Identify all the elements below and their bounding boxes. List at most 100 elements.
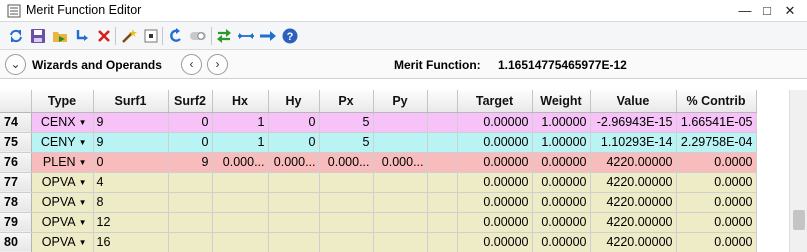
row-number[interactable]: 74 [0, 112, 32, 133]
py-cell[interactable]: 0.000... [373, 152, 428, 173]
blank-cell[interactable] [427, 132, 458, 153]
vertical-scrollbar[interactable] [789, 90, 807, 252]
blank-cell[interactable] [427, 192, 458, 213]
column-header-blank[interactable] [427, 90, 458, 113]
type-cell[interactable]: OPVA ▼ [31, 192, 94, 213]
table-row[interactable]: 77 OPVA ▼ 4 0.00000 0.00000 4220.00000 0.0000 [0, 172, 757, 193]
surf2-cell[interactable] [168, 192, 213, 213]
surf2-cell[interactable]: 0 [168, 112, 213, 133]
dropdown-arrow-icon[interactable]: ▼ [79, 138, 87, 147]
column-header-target[interactable]: Target [457, 90, 533, 113]
type-cell[interactable]: OPVA ▼ [31, 232, 94, 252]
type-cell[interactable]: CENY ▼ [31, 132, 94, 153]
undo-icon[interactable] [167, 27, 185, 45]
row-number[interactable]: 77 [0, 172, 32, 193]
dropdown-arrow-icon[interactable]: ▼ [79, 118, 87, 127]
target-cell[interactable]: 0.00000 [457, 212, 533, 233]
py-cell[interactable] [373, 232, 428, 252]
target-cell[interactable]: 0.00000 [457, 172, 533, 193]
py-cell[interactable] [373, 112, 428, 133]
insert-icon[interactable] [73, 27, 91, 45]
help-icon[interactable]: ? [281, 27, 299, 45]
py-cell[interactable] [373, 132, 428, 153]
weight-cell[interactable]: 0.00000 [532, 232, 591, 252]
target-cell[interactable]: 0.00000 [457, 192, 533, 213]
load-icon[interactable] [51, 27, 69, 45]
surf1-cell[interactable]: 8 [93, 192, 169, 213]
table-row[interactable]: 74 CENX ▼ 9 0 1 0 5 0.00000 1.00000 -2.96943E-15 1.… [0, 112, 757, 133]
close-icon[interactable]: ✕ [780, 2, 800, 20]
column-header-px[interactable]: Px [319, 90, 374, 113]
table-row[interactable]: 80 OPVA ▼ 16 0.00000 0.00000 4220.00000 0.0000 [0, 232, 757, 252]
weight-cell[interactable]: 0.00000 [532, 212, 591, 233]
collapse-icon[interactable] [237, 27, 255, 45]
target-cell[interactable]: 0.00000 [457, 132, 533, 153]
blank-cell[interactable] [427, 112, 458, 133]
wizard-icon[interactable] [120, 27, 138, 45]
hy-cell[interactable] [268, 192, 320, 213]
surf1-cell[interactable]: 0 [93, 152, 169, 173]
maximize-icon[interactable]: □ [757, 2, 777, 20]
column-header-weight[interactable]: Weight [532, 90, 591, 113]
target-cell[interactable]: 0.00000 [457, 232, 533, 252]
hx-cell[interactable]: 1 [212, 132, 269, 153]
blank-cell[interactable] [427, 152, 458, 173]
row-number[interactable]: 80 [0, 232, 32, 252]
py-cell[interactable] [373, 172, 428, 193]
type-cell[interactable]: OPVA ▼ [31, 212, 94, 233]
table-row[interactable]: 75 CENY ▼ 9 0 1 0 5 0.00000 1.00000 1.10293E-14 2.2… [0, 132, 757, 153]
hx-cell[interactable] [212, 232, 269, 252]
surf2-cell[interactable]: 9 [168, 152, 213, 173]
surf2-cell[interactable] [168, 212, 213, 233]
surf2-cell[interactable]: 0 [168, 132, 213, 153]
dropdown-arrow-icon[interactable]: ▼ [79, 178, 87, 187]
target-cell[interactable]: 0.00000 [457, 112, 533, 133]
px-cell[interactable]: 5 [319, 132, 374, 153]
py-cell[interactable] [373, 192, 428, 213]
column-header-type[interactable]: Type [31, 90, 94, 113]
hx-cell[interactable]: 0.000... [212, 152, 269, 173]
target-cell[interactable]: 0.00000 [457, 152, 533, 173]
px-cell[interactable] [319, 192, 374, 213]
hy-cell[interactable]: 0.000... [268, 152, 320, 173]
py-cell[interactable] [373, 212, 428, 233]
toggle-icon[interactable] [189, 27, 207, 45]
surf2-cell[interactable] [168, 232, 213, 252]
scrollbar-thumb[interactable] [793, 210, 805, 230]
minimize-icon[interactable]: — [735, 2, 755, 20]
save-icon[interactable] [29, 27, 47, 45]
type-cell[interactable]: CENX ▼ [31, 112, 94, 133]
hy-cell[interactable] [268, 212, 320, 233]
surf1-cell[interactable]: 4 [93, 172, 169, 193]
weight-cell[interactable]: 1.00000 [532, 112, 591, 133]
next-button[interactable]: › [207, 54, 228, 75]
arrow-icon[interactable] [259, 27, 277, 45]
row-number[interactable]: 78 [0, 192, 32, 213]
surf1-cell[interactable]: 9 [93, 112, 169, 133]
surf1-cell[interactable]: 12 [93, 212, 169, 233]
prev-button[interactable]: ‹ [181, 54, 202, 75]
px-cell[interactable]: 5 [319, 112, 374, 133]
dropdown-arrow-icon[interactable]: ▼ [79, 238, 87, 247]
table-row[interactable]: 78 OPVA ▼ 8 0.00000 0.00000 4220.00000 0.0000 [0, 192, 757, 213]
column-header-contrib[interactable]: % Contrib [676, 90, 757, 113]
column-header-hx[interactable]: Hx [212, 90, 269, 113]
delete-icon[interactable] [95, 27, 113, 45]
px-cell[interactable]: 0.000... [319, 152, 374, 173]
row-number[interactable]: 76 [0, 152, 32, 173]
px-cell[interactable] [319, 172, 374, 193]
column-header-py[interactable]: Py [373, 90, 428, 113]
blank-cell[interactable] [427, 212, 458, 233]
expand-wizards-button[interactable]: ⌄ [5, 54, 26, 75]
hy-cell[interactable] [268, 232, 320, 252]
hy-cell[interactable] [268, 172, 320, 193]
hx-cell[interactable]: 1 [212, 112, 269, 133]
hx-cell[interactable] [212, 172, 269, 193]
px-cell[interactable] [319, 232, 374, 252]
column-header-surf1[interactable]: Surf1 [93, 90, 169, 113]
surf1-cell[interactable]: 16 [93, 232, 169, 252]
hy-cell[interactable]: 0 [268, 112, 320, 133]
hx-cell[interactable] [212, 192, 269, 213]
refresh-icon[interactable] [7, 27, 25, 45]
surf2-cell[interactable] [168, 172, 213, 193]
